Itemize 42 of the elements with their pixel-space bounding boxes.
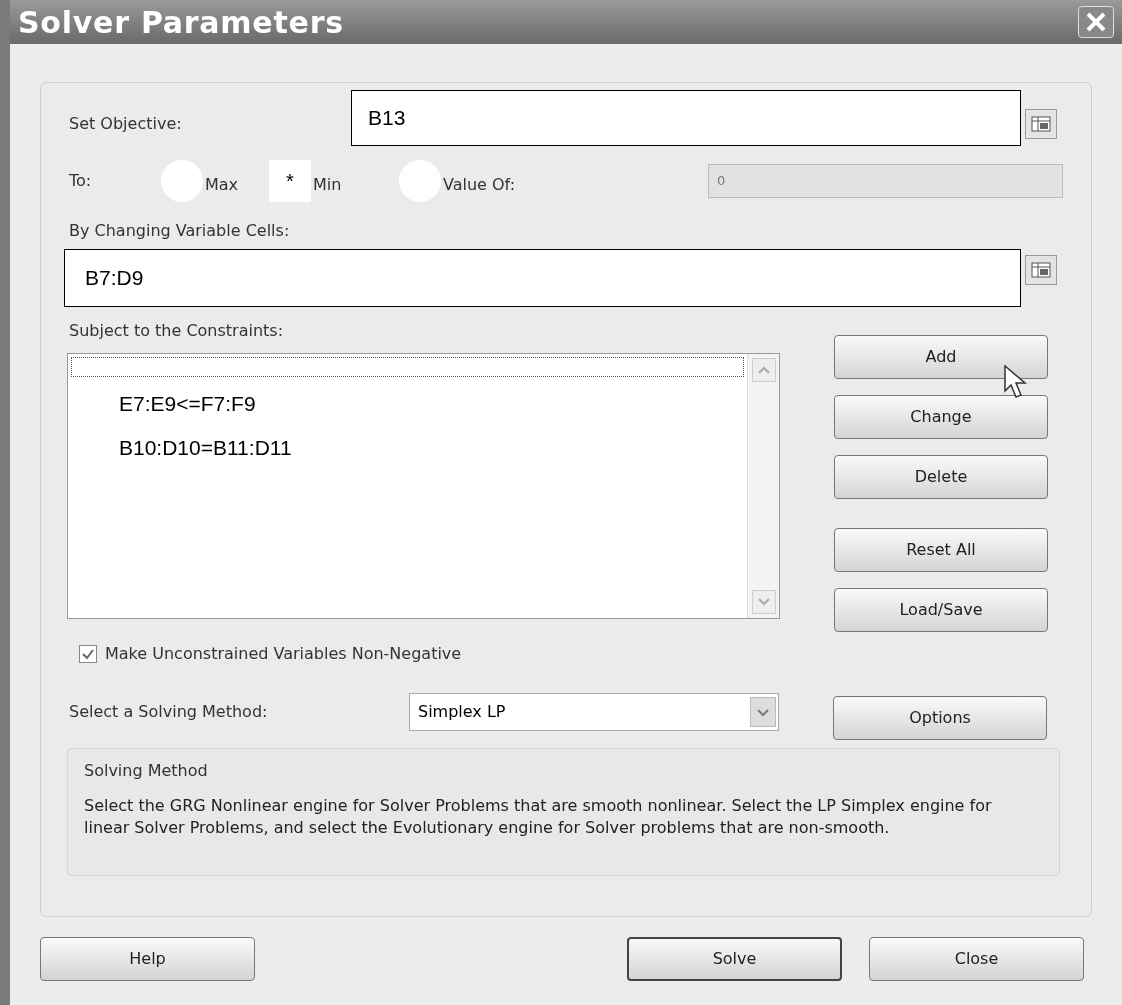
scrollbar[interactable] — [747, 354, 779, 618]
dropdown-value: Simplex LP — [418, 701, 506, 723]
scroll-up-icon[interactable] — [751, 358, 776, 382]
objective-field[interactable]: B13 — [351, 90, 1021, 146]
checkbox-label: Make Unconstrained Variables Non-Negative — [105, 643, 462, 665]
caret-icon — [750, 697, 776, 727]
constraint-item[interactable]: B10:D10=B11:D11 — [119, 429, 747, 467]
variable-cells-field[interactable]: B7:D9 — [64, 249, 1021, 307]
constraint-item[interactable]: E7:E9<=F7:F9 — [119, 385, 747, 423]
objective-label: Set Objective: — [69, 113, 183, 135]
range-select-icon — [1031, 262, 1051, 278]
side-button[interactable]: Delete — [834, 455, 1048, 499]
solving-method-dropdown[interactable]: Simplex LP — [409, 693, 779, 731]
range-select-button[interactable] — [1025, 109, 1057, 139]
constraints-label: Subject to the Constraints: — [69, 320, 285, 342]
window-title: Solver Parameters — [18, 3, 344, 42]
method-description: Select the GRG Nonlinear engine for Solver Problems that are smooth nonlinear. Select the LP Simplex engine for linear Solver Problems, and select the Evolutionary engine for Solver problems that are non-smooth. — [84, 795, 993, 839]
side-button[interactable]: Change — [834, 395, 1048, 439]
group-title: Solving Method — [84, 760, 209, 782]
close-icon — [1085, 11, 1107, 33]
constraints-list[interactable]: E7:E9<=F7:F9 B10:D10=B11:D11 — [67, 353, 780, 619]
cursor-icon — [1004, 365, 1028, 399]
radio-button[interactable]: * — [269, 160, 311, 202]
close-button[interactable] — [1078, 6, 1114, 38]
radio-label: Min — [313, 174, 342, 196]
variable-cells-label: By Changing Variable Cells: — [69, 220, 291, 242]
footer-button[interactable]: Help — [40, 937, 255, 981]
side-button[interactable]: Reset All — [834, 528, 1048, 572]
side-button[interactable]: Load/Save — [834, 588, 1048, 632]
footer-button[interactable]: Close — [869, 937, 1084, 981]
side-button[interactable]: Add — [834, 335, 1048, 379]
options-button[interactable]: Options — [833, 696, 1047, 740]
solving-method-label: Select a Solving Method: — [69, 701, 269, 723]
range-select-icon — [1031, 116, 1051, 132]
range-select-button[interactable] — [1025, 255, 1057, 285]
checkbox[interactable] — [79, 645, 97, 663]
to-label: To: — [69, 170, 93, 192]
value-of-field: 0 — [708, 164, 1063, 198]
footer-button[interactable]: Solve — [627, 937, 842, 981]
scroll-down-icon[interactable] — [751, 590, 776, 614]
radio-label: Value Of: — [443, 174, 516, 196]
radio-label: Max — [205, 174, 239, 196]
